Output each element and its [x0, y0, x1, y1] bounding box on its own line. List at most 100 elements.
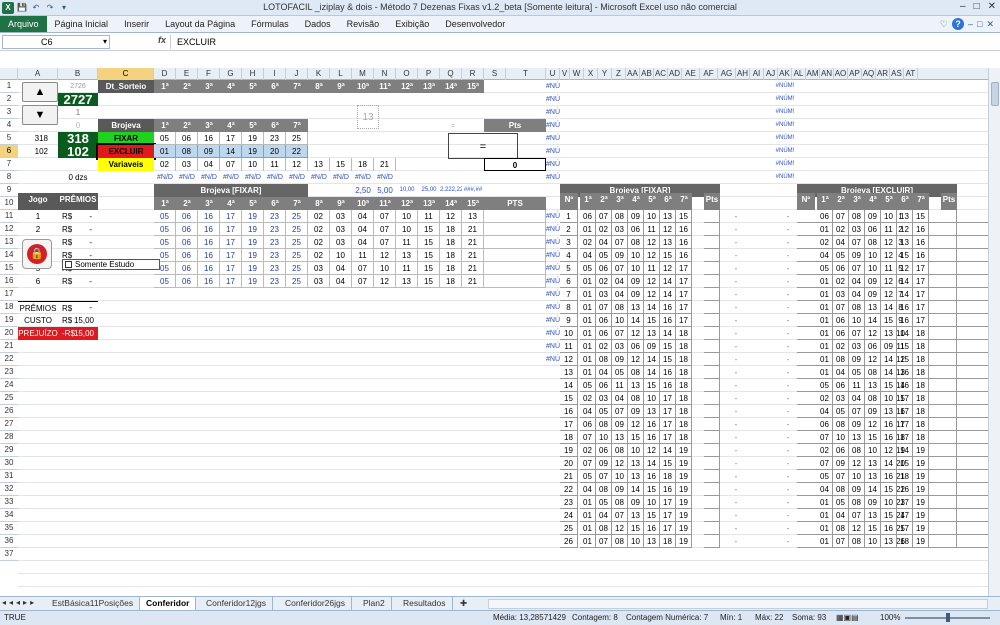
row-header-13[interactable]: 13	[0, 236, 18, 249]
sheet-tab-plan2[interactable]: Plan2	[357, 597, 392, 610]
excluir-number[interactable]: 09	[198, 145, 220, 158]
row-header-15[interactable]: 15	[0, 262, 18, 275]
row-header-37[interactable]: 37	[0, 548, 18, 561]
row-header-34[interactable]: 34	[0, 509, 18, 522]
view-buttons-icon[interactable]: ▦▣▤	[836, 611, 859, 625]
row-header-5[interactable]: 5	[0, 132, 18, 145]
row-header-18[interactable]: 18	[0, 301, 18, 314]
row-header-17[interactable]: 17	[0, 288, 18, 301]
column-header-m[interactable]: M	[352, 68, 374, 80]
row-header-9[interactable]: 9	[0, 184, 18, 197]
maximize-button[interactable]: □	[974, 1, 980, 12]
help-icon[interactable]: ?	[952, 18, 964, 30]
row-header-35[interactable]: 35	[0, 522, 18, 535]
ribbon-close-button[interactable]: ✕	[986, 16, 994, 32]
column-header-a[interactable]: A	[18, 68, 58, 80]
tab-arquivo[interactable]: Arquivo	[0, 16, 47, 32]
fixar-number[interactable]: 05	[154, 132, 176, 145]
tab-pagina-inicial[interactable]: Página Inicial	[47, 16, 117, 32]
column-header-v[interactable]: V	[560, 68, 570, 80]
column-header-j[interactable]: J	[286, 68, 308, 80]
column-header-al[interactable]: AL	[792, 68, 806, 80]
tab-dados[interactable]: Dados	[297, 16, 339, 32]
sheet-nav-arrows-icon[interactable]: ◂◂◂▸▸	[2, 598, 37, 607]
tab-layout-da-pagina[interactable]: Layout da Página	[157, 16, 243, 32]
sheet-tab-estbasica[interactable]: EstBásica11Posições	[46, 597, 141, 610]
row-header-25[interactable]: 25	[0, 392, 18, 405]
name-box[interactable]: C6 ▾	[2, 35, 110, 49]
row-header-10[interactable]: 10	[0, 197, 18, 210]
row-header-32[interactable]: 32	[0, 483, 18, 496]
column-header-l[interactable]: L	[330, 68, 352, 80]
column-header-q[interactable]: Q	[440, 68, 462, 80]
zoom-level[interactable]: 100%	[880, 611, 900, 625]
row-header-22[interactable]: 22	[0, 353, 18, 366]
spreadsheet-grid[interactable]: A B C D E F G H I J K L M N O P Q R S T U V W X Y Z AA AB AC AD AE AF AG…	[0, 68, 988, 596]
row-header-30[interactable]: 30	[0, 457, 18, 470]
close-button[interactable]: ✕	[988, 1, 996, 12]
fixar-number[interactable]: 16	[198, 132, 220, 145]
row-header-12[interactable]: 12	[0, 223, 18, 236]
row-header-26[interactable]: 26	[0, 405, 18, 418]
column-header-at[interactable]: AT	[904, 68, 918, 80]
row-header-29[interactable]: 29	[0, 444, 18, 457]
column-header-k[interactable]: K	[308, 68, 330, 80]
horizontal-scrollbar[interactable]	[488, 599, 988, 609]
column-header-b[interactable]: B	[58, 68, 98, 80]
formula-input[interactable]: EXCLUIR	[170, 35, 990, 49]
tab-inserir[interactable]: Inserir	[116, 16, 157, 32]
column-header-t[interactable]: T	[506, 68, 546, 80]
vertical-scrollbar[interactable]	[988, 68, 1000, 596]
column-header-ak[interactable]: AK	[778, 68, 792, 80]
column-header-z[interactable]: Z	[612, 68, 626, 80]
chevron-down-icon[interactable]: ▾	[103, 36, 107, 48]
row-header-19[interactable]: 19	[0, 314, 18, 327]
lock-button[interactable]: 🔒	[22, 239, 52, 269]
row-header-14[interactable]: 14	[0, 249, 18, 262]
column-header-ae[interactable]: AE	[682, 68, 700, 80]
excluir-number[interactable]: 14	[220, 145, 242, 158]
column-header-g[interactable]: G	[220, 68, 242, 80]
row-header-36[interactable]: 36	[0, 535, 18, 548]
excluir-number[interactable]: 22	[286, 145, 308, 158]
row-header-24[interactable]: 24	[0, 379, 18, 392]
column-header-ab[interactable]: AB	[640, 68, 654, 80]
column-header-w[interactable]: W	[570, 68, 584, 80]
insert-function-icon[interactable]: fx	[158, 35, 166, 45]
spinner1-value[interactable]: 318	[18, 132, 58, 145]
column-header-ar[interactable]: AR	[876, 68, 890, 80]
row-header-23[interactable]: 23	[0, 366, 18, 379]
tab-desenvolvedor[interactable]: Desenvolvedor	[437, 16, 513, 32]
row-header-11[interactable]: 11	[0, 210, 18, 223]
tab-revisao[interactable]: Revisão	[339, 16, 388, 32]
tab-exibicao[interactable]: Exibição	[387, 16, 437, 32]
row-header-4[interactable]: 4	[0, 119, 18, 132]
row-header-20[interactable]: 20	[0, 327, 18, 340]
excluir-label[interactable]: EXCLUIR	[96, 143, 156, 160]
row-header-6[interactable]: 6	[0, 145, 18, 158]
excluir-number[interactable]: 20	[264, 145, 286, 158]
excluir-number[interactable]: 08	[176, 145, 198, 158]
column-header-u[interactable]: U	[546, 68, 560, 80]
row-header-31[interactable]: 31	[0, 470, 18, 483]
sheet-tab-conferidor12jgs[interactable]: Conferidor12jgs	[200, 597, 274, 610]
column-header-aa[interactable]: AA	[626, 68, 640, 80]
column-header-f[interactable]: F	[198, 68, 220, 80]
column-header-c[interactable]: C	[98, 68, 154, 80]
column-header-am[interactable]: AM	[806, 68, 820, 80]
column-header-as[interactable]: AS	[890, 68, 904, 80]
new-sheet-icon[interactable]: ✚	[454, 597, 473, 610]
column-header-h[interactable]: H	[242, 68, 264, 80]
tab-formulas[interactable]: Fórmulas	[243, 16, 297, 32]
ribbon-minimize-button[interactable]: –	[968, 16, 973, 32]
favorite-icon[interactable]: ♡	[940, 16, 948, 32]
column-header-y[interactable]: Y	[598, 68, 612, 80]
column-header-ag[interactable]: AG	[718, 68, 736, 80]
column-header-ac[interactable]: AC	[654, 68, 668, 80]
next-contest-button[interactable]: ▲	[22, 82, 58, 102]
row-header-3[interactable]: 3	[0, 106, 18, 119]
column-header-n[interactable]: N	[374, 68, 396, 80]
row-header-33[interactable]: 33	[0, 496, 18, 509]
row-header-27[interactable]: 27	[0, 418, 18, 431]
column-header-x[interactable]: X	[584, 68, 598, 80]
